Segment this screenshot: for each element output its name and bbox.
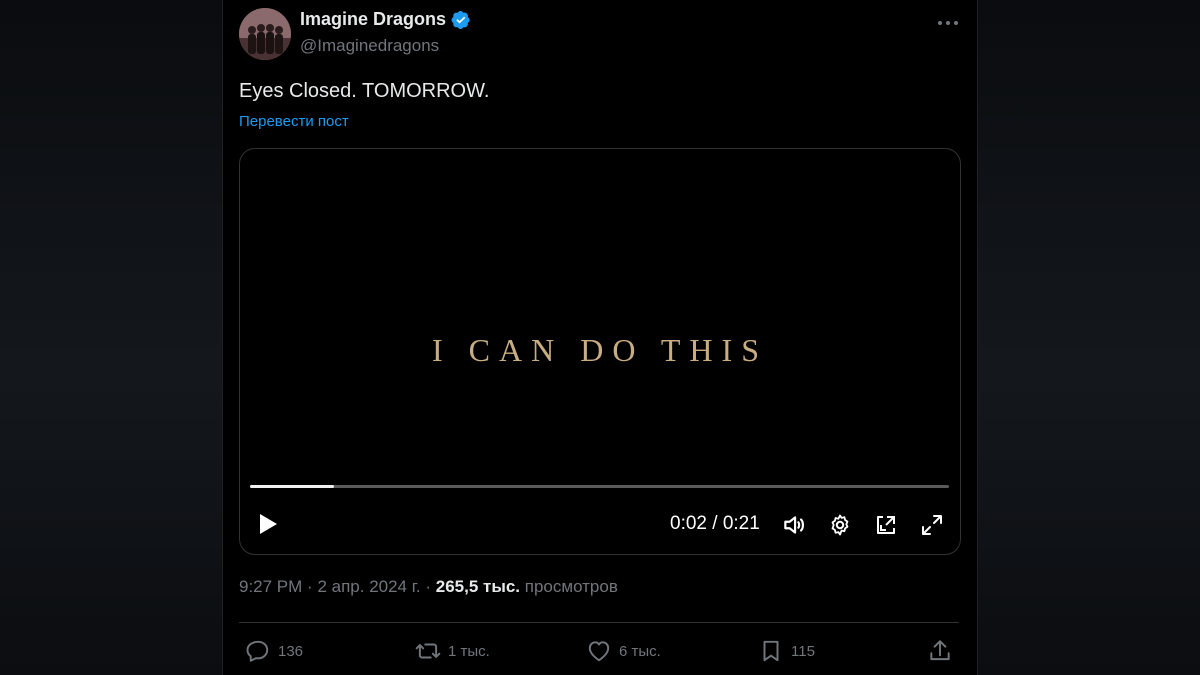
views-label: просмотров bbox=[524, 577, 618, 596]
reply-count: 136 bbox=[278, 642, 304, 660]
dock-icon bbox=[877, 516, 895, 534]
volume-button[interactable] bbox=[780, 511, 808, 539]
band-photo-icon bbox=[239, 8, 291, 60]
video-progress-bar[interactable] bbox=[250, 485, 949, 488]
video-time: 0:02 / 0:21 bbox=[670, 513, 760, 535]
repost-icon bbox=[415, 643, 441, 659]
translate-post-link[interactable]: Перевести пост bbox=[239, 113, 349, 130]
share-button[interactable] bbox=[927, 638, 960, 664]
avatar[interactable] bbox=[239, 8, 291, 60]
author-handle[interactable]: @Imaginedragons bbox=[300, 36, 439, 56]
meta-separator: · bbox=[425, 577, 431, 596]
more-dots-icon bbox=[938, 21, 958, 25]
tweet-metadata: 9:27 PM · 2 апр. 2024 г. · 265,5 тыс. пр… bbox=[239, 577, 618, 597]
like-count: 6 тыс. bbox=[619, 642, 661, 660]
meta-separator: · bbox=[307, 577, 313, 596]
verified-badge-icon bbox=[451, 10, 470, 29]
left-background-panel bbox=[0, 0, 223, 675]
video-player[interactable]: I CAN DO THIS 0:02 / 0:21 bbox=[239, 148, 961, 555]
video-duration: 0:21 bbox=[722, 513, 760, 534]
bookmark-icon bbox=[763, 640, 779, 662]
divider bbox=[239, 622, 959, 623]
author-name[interactable]: Imagine Dragons bbox=[300, 9, 446, 30]
views-count: 265,5 тыс. bbox=[435, 577, 521, 596]
volume-icon bbox=[784, 516, 804, 534]
heart-icon bbox=[588, 641, 610, 662]
fullscreen-icon bbox=[922, 515, 942, 535]
bookmark-button[interactable]: 115 bbox=[758, 638, 815, 664]
tweet-time[interactable]: 9:27 PM bbox=[239, 577, 302, 596]
reply-icon bbox=[246, 640, 269, 662]
video-progress-fill bbox=[250, 485, 334, 488]
play-icon bbox=[260, 514, 277, 534]
reply-button[interactable]: 136 bbox=[245, 638, 303, 664]
gear-icon bbox=[831, 514, 849, 536]
settings-button[interactable] bbox=[826, 511, 854, 539]
share-icon bbox=[930, 640, 950, 661]
tweet-column: Imagine Dragons @Imaginedragons Eyes Clo… bbox=[223, 0, 977, 675]
bookmark-count: 115 bbox=[791, 642, 815, 660]
play-button[interactable] bbox=[256, 511, 280, 537]
tweet-date[interactable]: 2 апр. 2024 г. bbox=[317, 577, 420, 596]
right-background-panel bbox=[977, 0, 1200, 675]
repost-button[interactable]: 1 тыс. bbox=[415, 638, 490, 664]
dock-video-button[interactable] bbox=[872, 511, 900, 539]
repost-count: 1 тыс. bbox=[448, 642, 490, 660]
more-options-button[interactable] bbox=[935, 10, 961, 36]
video-current-time: 0:02 bbox=[670, 513, 707, 534]
like-button[interactable]: 6 тыс. bbox=[586, 638, 661, 664]
fullscreen-button[interactable] bbox=[918, 511, 946, 539]
author-name-row: Imagine Dragons bbox=[300, 9, 471, 30]
tweet-text: Eyes Closed. TOMORROW. bbox=[239, 80, 490, 102]
video-caption-text: I CAN DO THIS bbox=[432, 332, 768, 368]
video-time-separator: / bbox=[712, 513, 718, 534]
